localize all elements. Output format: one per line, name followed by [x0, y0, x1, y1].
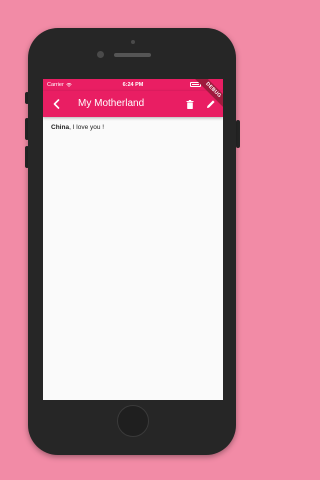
- trash-icon: [186, 99, 194, 109]
- back-arrow-icon: [53, 99, 60, 109]
- power-button: [236, 120, 240, 148]
- note-rest-text: , I love you !: [69, 124, 105, 131]
- delete-button[interactable]: [182, 96, 198, 112]
- note-content: China, I love you !: [51, 124, 215, 131]
- home-button[interactable]: [117, 405, 149, 437]
- pencil-icon: [207, 100, 215, 108]
- app-title: My Motherland: [78, 98, 145, 109]
- stage: Carrier 6:24 PM My Motherland DEBUG Chin…: [0, 0, 267, 480]
- screen: Carrier 6:24 PM My Motherland DEBUG Chin…: [43, 79, 223, 400]
- app-bar: My Motherland: [43, 91, 223, 117]
- earpiece-speaker: [114, 53, 151, 57]
- back-button[interactable]: [49, 96, 65, 112]
- note-bold-text: China: [51, 124, 70, 131]
- proximity-sensor: [131, 40, 135, 44]
- front-camera: [97, 51, 104, 58]
